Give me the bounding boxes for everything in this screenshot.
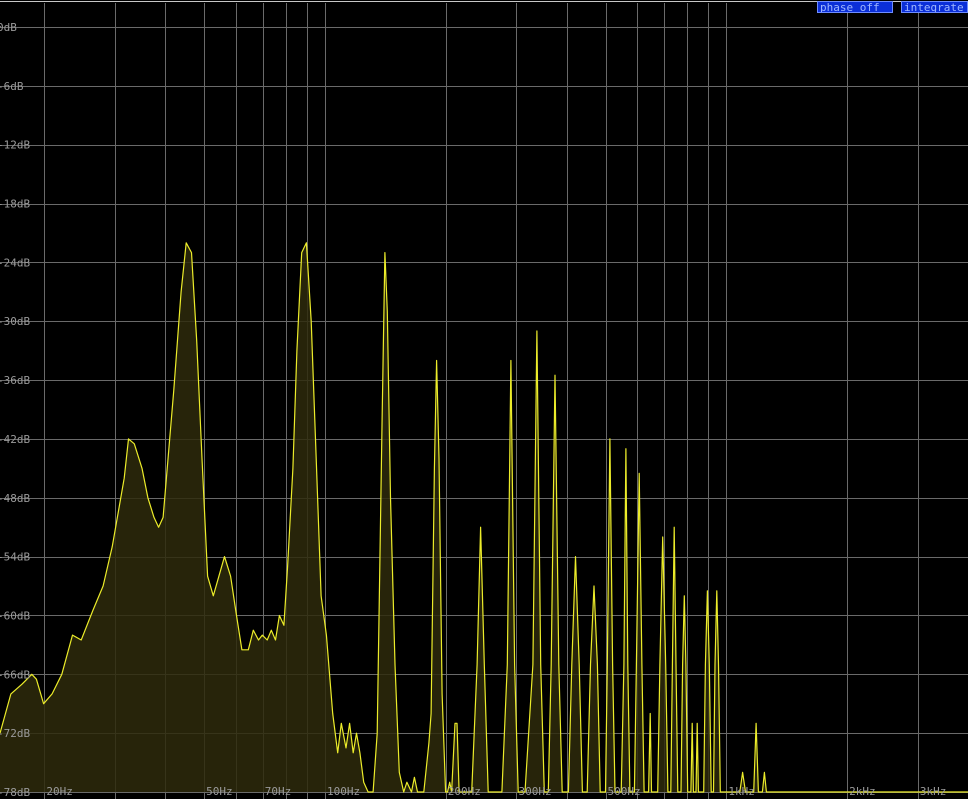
x-tick-label: 100Hz [327,785,360,798]
y-tick-label: -12dB [0,139,30,152]
x-tick-label: 1kHz [728,785,755,798]
y-tick-label: -60dB [0,609,30,622]
y-tick-label: -66dB [0,668,30,681]
x-tick-label: 2kHz [849,785,876,798]
y-tick-label: -6dB [0,80,24,93]
x-tick-label: 200Hz [448,785,481,798]
y-tick-label: -78dB [0,786,30,799]
y-tick-label: 0dB [0,21,17,34]
y-tick-label: -42dB [0,433,30,446]
x-tick-label: 500Hz [608,785,641,798]
x-tick-label: 70Hz [265,785,292,798]
spectrum-analyzer: 0dB -6dB -12dB -18dB -24dB -30dB -36dB -42dB -48… [0,0,968,799]
integrate-toggle-button[interactable]: integrate [901,1,968,13]
x-tick-label: 50Hz [206,785,233,798]
y-tick-label: -24dB [0,256,30,269]
y-tick-label: -30dB [0,315,30,328]
spectrum-chart: 0dB -6dB -12dB -18dB -24dB -30dB -36dB -42dB -48… [0,1,968,799]
y-tick-label: -48dB [0,492,30,505]
y-tick-label: -36dB [0,374,30,387]
y-tick-label: -54dB [0,551,30,564]
x-tick-label: 3kHz [920,785,947,798]
phase-toggle-button[interactable]: phase off [817,1,893,13]
x-tick-label: 300Hz [518,785,551,798]
y-tick-label: -18dB [0,198,30,211]
spectrum-fill-area [0,242,968,793]
x-tick-label: 20Hz [46,785,72,798]
y-tick-label: -72dB [0,727,30,740]
